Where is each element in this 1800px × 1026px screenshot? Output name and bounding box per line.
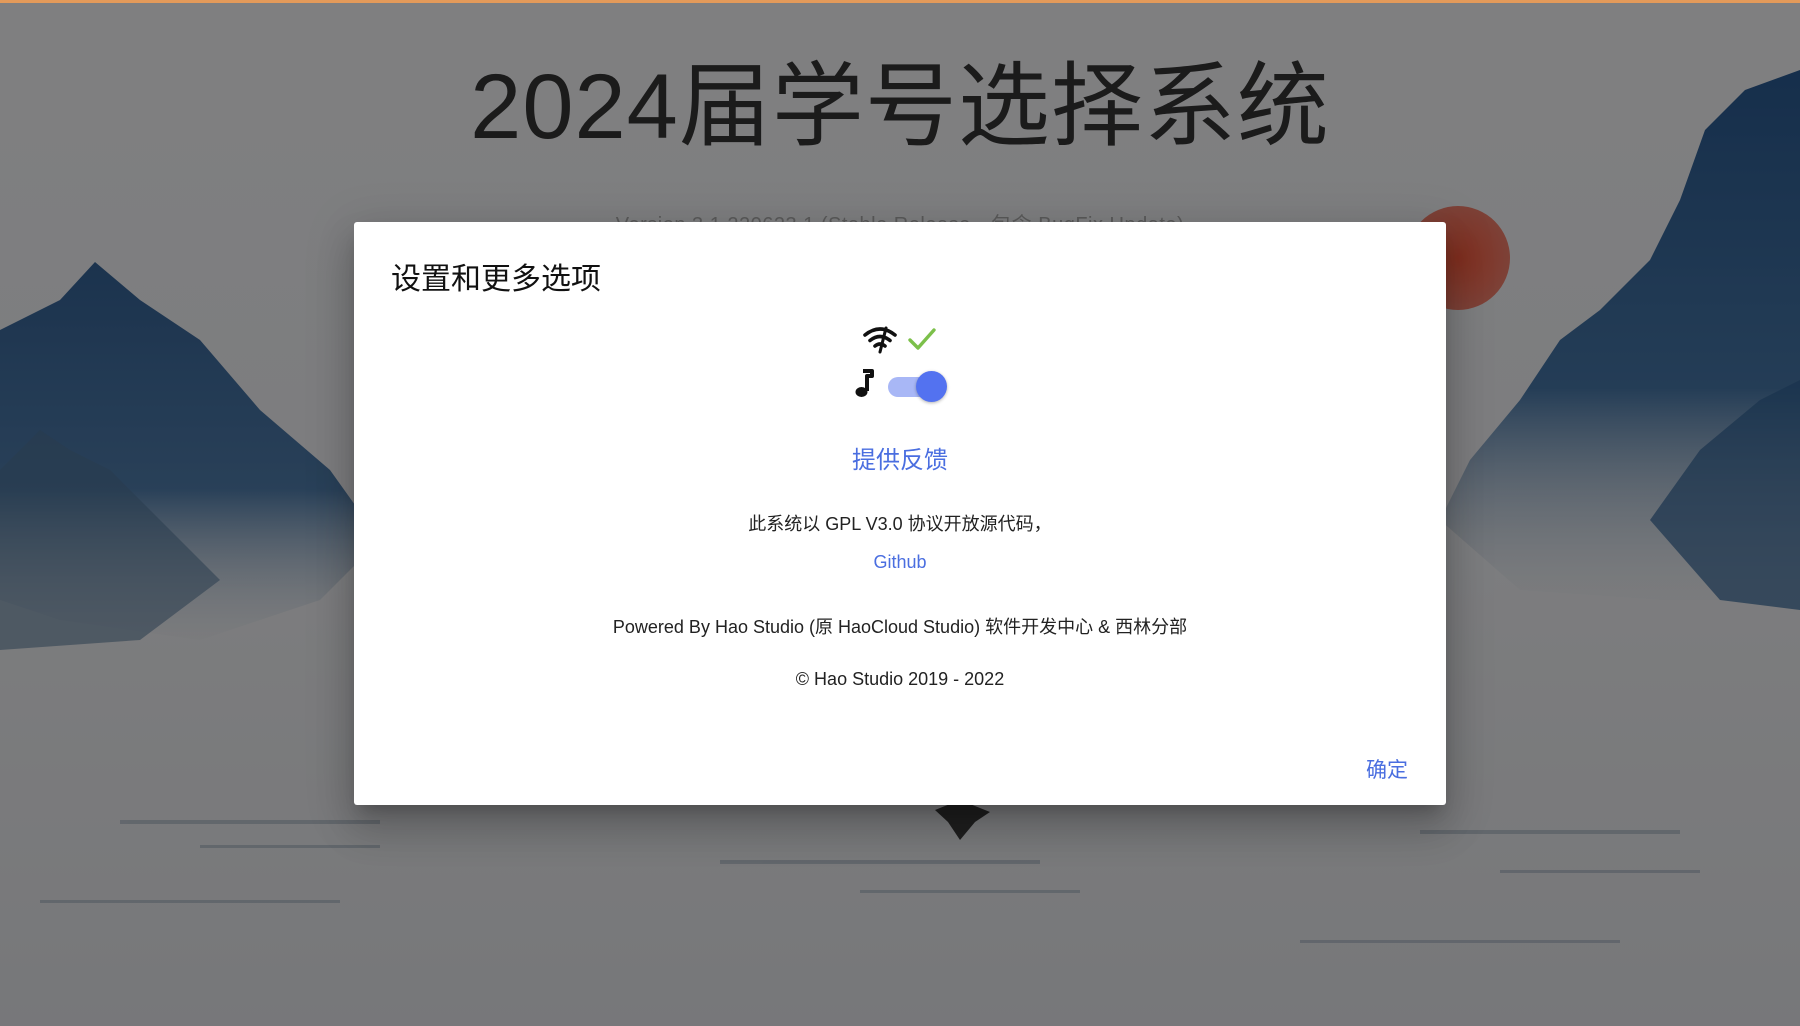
music-setting-row bbox=[354, 369, 1446, 404]
dialog-title: 设置和更多选项 bbox=[391, 263, 601, 296]
github-link[interactable]: Github bbox=[354, 552, 1446, 573]
settings-dialog: 设置和更多选项 提供反馈 此系统以 GPL V3.0 协议开放源代码， Gith… bbox=[354, 222, 1446, 805]
network-status-row bbox=[354, 324, 1446, 359]
wifi-icon bbox=[863, 324, 897, 359]
music-toggle-switch[interactable] bbox=[886, 370, 948, 404]
page: 2024届学号选择系统 Version 3.1.220623.1 (Stable… bbox=[0, 0, 1800, 1026]
copyright-text: © Hao Studio 2019 - 2022 bbox=[795, 669, 1005, 689]
music-note-icon bbox=[852, 369, 874, 404]
page-title: 2024届学号选择系统 bbox=[470, 56, 1330, 158]
toggle-thumb bbox=[916, 370, 947, 402]
top-accent-bar bbox=[0, 0, 1800, 3]
license-text: 此系统以 GPL V3.0 协议开放源代码， bbox=[748, 514, 1052, 534]
check-icon bbox=[907, 326, 937, 357]
confirm-button[interactable]: 确定 bbox=[1360, 750, 1414, 788]
powered-by-text: Powered By Hao Studio (原 HaoCloud Studio… bbox=[612, 617, 1188, 637]
feedback-link[interactable]: 提供反馈 bbox=[354, 440, 1446, 475]
